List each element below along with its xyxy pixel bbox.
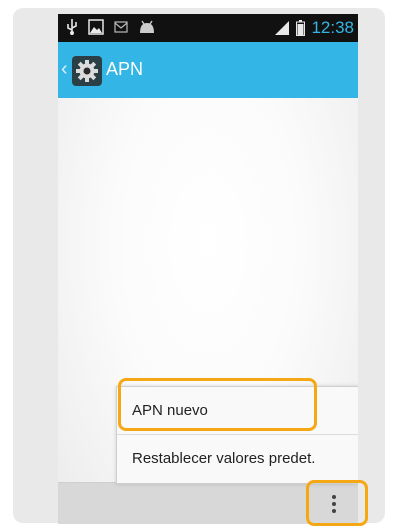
battery-icon [296, 20, 306, 36]
action-bar: ‹ APN [58, 42, 358, 98]
image-icon [88, 19, 104, 35]
phone-screen: 12:38 ‹ APN APN nuevo Restablecer valore… [58, 14, 358, 524]
page-title: APN [106, 59, 144, 79]
mail-icon [114, 21, 128, 33]
annotation-highlight-overflow [306, 480, 368, 526]
status-bar: 12:38 [58, 14, 358, 42]
system-status: 12:38 [274, 18, 354, 38]
clock: 12:38 [311, 18, 354, 37]
android-icon [140, 20, 154, 33]
signal-icon [275, 21, 290, 35]
settings-gear-icon[interactable] [72, 56, 102, 86]
usb-icon [67, 19, 77, 35]
menu-item-reset-defaults[interactable]: Restablecer valores predet. [117, 435, 358, 482]
annotation-highlight-new-apn [118, 378, 317, 431]
up-caret-icon[interactable]: ‹ [61, 58, 68, 81]
notification-icons [66, 19, 156, 35]
